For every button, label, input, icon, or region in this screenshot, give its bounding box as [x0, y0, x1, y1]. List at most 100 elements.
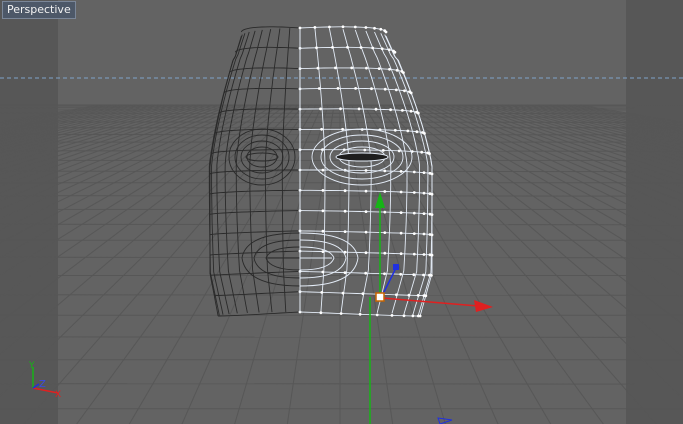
mesh-vertex[interactable]	[320, 291, 324, 294]
mesh-vertex[interactable]	[381, 149, 385, 152]
mesh-vertex[interactable]	[315, 46, 318, 50]
mesh-vertex[interactable]	[353, 25, 357, 29]
mesh-vertex[interactable]	[363, 148, 367, 152]
mesh-vertex[interactable]	[422, 171, 426, 175]
mesh-vertex[interactable]	[411, 314, 415, 318]
mesh-vertex[interactable]	[364, 189, 368, 193]
view-label[interactable]: Perspective	[2, 1, 76, 19]
mesh-vertex[interactable]	[422, 253, 426, 256]
mesh-vertex[interactable]	[320, 127, 323, 131]
mesh-vertex[interactable]	[422, 273, 425, 277]
mesh-vertex[interactable]	[399, 211, 403, 215]
mesh-vertex[interactable]	[383, 231, 387, 235]
mesh-vertex[interactable]	[389, 108, 392, 112]
mesh-vertex[interactable]	[407, 293, 411, 297]
mesh-vertex[interactable]	[402, 71, 405, 74]
mesh-vertex[interactable]	[316, 66, 320, 70]
mesh-vertex[interactable]	[298, 26, 302, 30]
mesh-vertex[interactable]	[321, 229, 325, 233]
gizmo-center[interactable]	[375, 292, 385, 302]
mesh-vertex[interactable]	[364, 230, 368, 234]
perspective-viewport[interactable]: Y Z X Perspective	[0, 0, 683, 424]
mesh-vertex[interactable]	[390, 314, 394, 317]
mesh-vertex[interactable]	[397, 149, 401, 153]
mesh-vertex[interactable]	[430, 192, 434, 196]
mesh-vertex[interactable]	[401, 109, 404, 112]
mesh-vertex[interactable]	[359, 46, 363, 49]
mesh-vertex[interactable]	[399, 272, 403, 276]
mesh-vertex[interactable]	[383, 190, 387, 193]
mesh-vertex[interactable]	[409, 91, 413, 95]
mesh-vertex[interactable]	[317, 87, 321, 90]
mesh-vertex[interactable]	[364, 26, 368, 29]
mesh-vertex[interactable]	[343, 189, 347, 193]
mesh-vertex[interactable]	[341, 25, 345, 29]
mesh-vertex[interactable]	[422, 232, 426, 236]
mesh-vertex[interactable]	[380, 47, 384, 51]
mesh-vertex[interactable]	[334, 66, 337, 70]
mesh-vertex[interactable]	[416, 294, 420, 297]
mesh-vertex[interactable]	[399, 190, 403, 194]
mesh-vertex[interactable]	[321, 209, 325, 213]
mesh-vertex[interactable]	[387, 48, 391, 52]
mesh-vertex[interactable]	[418, 314, 422, 318]
mesh-vertex[interactable]	[384, 30, 388, 34]
mesh-vertex[interactable]	[364, 169, 368, 172]
mesh-vertex[interactable]	[383, 87, 387, 91]
mesh-vertex[interactable]	[430, 253, 434, 257]
mesh-vertex[interactable]	[399, 231, 403, 235]
mesh-vertex[interactable]	[416, 111, 420, 115]
mesh-vertex[interactable]	[423, 132, 426, 135]
mesh-vertex[interactable]	[343, 271, 347, 274]
mesh-vertex[interactable]	[361, 292, 365, 296]
mesh-vertex[interactable]	[319, 107, 322, 111]
mesh-vertex[interactable]	[383, 210, 387, 214]
gizmo-z-handle[interactable]	[393, 264, 399, 270]
mesh-vertex[interactable]	[383, 169, 387, 173]
mesh-vertex[interactable]	[412, 252, 416, 256]
mesh-vertex[interactable]	[336, 87, 340, 90]
mesh-vertex[interactable]	[430, 233, 434, 237]
mesh-vertex[interactable]	[412, 273, 416, 277]
mesh-vertex[interactable]	[331, 46, 334, 49]
mesh-vertex[interactable]	[321, 189, 325, 192]
mesh-vertex[interactable]	[343, 209, 347, 213]
mesh-vertex[interactable]	[428, 152, 431, 156]
mesh-vertex[interactable]	[420, 150, 424, 154]
mesh-vertex[interactable]	[339, 312, 343, 315]
mesh-vertex[interactable]	[373, 26, 376, 30]
mesh-vertex[interactable]	[415, 130, 419, 134]
mesh-vertex[interactable]	[379, 27, 383, 31]
mesh-vertex[interactable]	[412, 211, 416, 215]
mesh-vertex[interactable]	[412, 191, 416, 194]
mesh-vertex[interactable]	[399, 252, 403, 256]
mesh-vertex[interactable]	[393, 128, 397, 132]
mesh-vertex[interactable]	[339, 107, 342, 111]
mesh-vertex[interactable]	[365, 66, 368, 70]
mesh-vertex[interactable]	[371, 46, 375, 50]
mesh-vertex[interactable]	[341, 291, 345, 295]
mesh-vertex[interactable]	[313, 26, 317, 29]
mesh-vertex[interactable]	[409, 109, 413, 113]
mesh-vertex[interactable]	[364, 271, 368, 275]
mesh-vertex[interactable]	[357, 107, 361, 111]
mesh-vertex[interactable]	[394, 88, 398, 92]
mesh-vertex[interactable]	[358, 312, 362, 316]
mesh-vertex[interactable]	[399, 170, 403, 173]
mesh-vertex[interactable]	[321, 168, 325, 172]
mesh-vertex[interactable]	[422, 212, 426, 216]
mesh-vertex[interactable]	[412, 232, 416, 236]
mesh-vertex[interactable]	[422, 191, 426, 195]
mesh-vertex[interactable]	[321, 250, 325, 254]
mesh-vertex[interactable]	[383, 272, 386, 276]
mesh-vertex[interactable]	[424, 294, 428, 298]
mesh-vertex[interactable]	[374, 107, 378, 111]
mesh-vertex[interactable]	[403, 89, 406, 93]
mesh-vertex[interactable]	[364, 251, 368, 255]
mesh-vertex[interactable]	[383, 251, 387, 255]
mesh-vertex[interactable]	[402, 314, 406, 318]
scene-canvas[interactable]: Y Z X	[0, 0, 683, 424]
mesh-vertex[interactable]	[430, 172, 434, 176]
mesh-vertex[interactable]	[370, 87, 373, 91]
mesh-vertex[interactable]	[364, 210, 368, 214]
